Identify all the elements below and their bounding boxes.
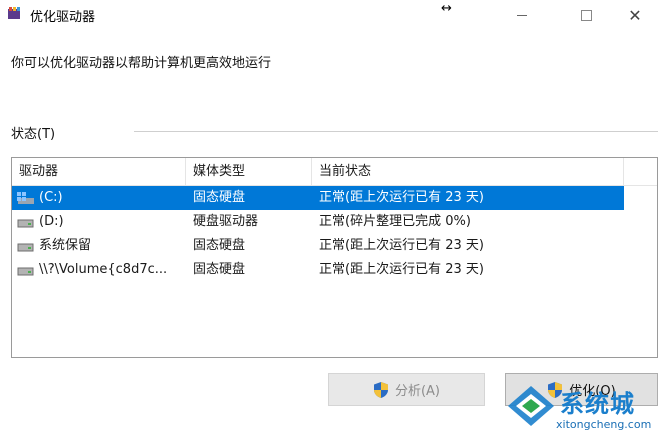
drive-icon	[17, 267, 34, 276]
column-header-status[interactable]: 当前状态	[312, 158, 624, 185]
media-type: 硬盘驱动器	[193, 214, 259, 229]
drive-status: 正常(距上次运行已有 23 天)	[319, 238, 484, 253]
close-button[interactable]: ✕	[612, 0, 658, 30]
drive-name: 系统保留	[39, 238, 92, 253]
drive-icon	[17, 219, 34, 228]
drive-row-system-reserved[interactable]: 系统保留 固态硬盘 正常(距上次运行已有 23 天)	[12, 234, 624, 258]
drive-row-d[interactable]: (D:) 硬盘驱动器 正常(碎片整理已完成 0%)	[12, 210, 624, 234]
close-icon: ✕	[628, 5, 642, 25]
analyze-button[interactable]: 分析(A)	[328, 373, 485, 406]
defrag-app-icon	[8, 7, 20, 19]
watermark-domain: xitongcheng.com	[556, 418, 652, 431]
watermark-text: 系统城	[560, 390, 635, 418]
drive-status: 正常(碎片整理已完成 0%)	[319, 214, 471, 229]
media-type: 固态硬盘	[193, 262, 246, 277]
window-title: 优化驱动器	[30, 10, 96, 25]
column-header-media-type[interactable]: 媒体类型	[186, 158, 312, 185]
media-type: 固态硬盘	[193, 190, 246, 205]
watermark-logo-icon	[508, 386, 554, 426]
maximize-button[interactable]	[563, 0, 609, 30]
analyze-button-label: 分析(A)	[394, 384, 441, 399]
resize-cursor-icon: ↔	[441, 1, 452, 16]
drive-name: (C:)	[39, 190, 63, 205]
maximize-icon	[580, 9, 592, 21]
drive-status: 正常(距上次运行已有 23 天)	[319, 262, 484, 277]
list-header: 驱动器 媒体类型 当前状态	[12, 158, 657, 186]
status-divider	[134, 131, 658, 132]
description-text: 你可以优化驱动器以帮助计算机更高效地运行	[11, 56, 272, 71]
windows-drive-icon	[17, 192, 34, 204]
drive-row-volume[interactable]: \\?\Volume{c8d7c... 固态硬盘 正常(距上次运行已有 23 天…	[12, 258, 624, 282]
title-bar: 优化驱动器 ↔ ✕	[0, 0, 658, 30]
drive-status: 正常(距上次运行已有 23 天)	[319, 190, 484, 205]
drive-name: \\?\Volume{c8d7c...	[39, 262, 168, 277]
column-header-drive[interactable]: 驱动器	[12, 158, 186, 185]
minimize-icon	[517, 14, 527, 16]
minimize-button[interactable]	[499, 0, 545, 30]
drive-name: (D:)	[39, 214, 64, 229]
watermark: 系统城 xitongcheng.com	[500, 380, 658, 436]
status-label: 状态(T)	[11, 127, 56, 142]
drive-list[interactable]: 驱动器 媒体类型 当前状态 (C:) 固态硬盘 正常(距上次运行已有 23 天)…	[11, 157, 658, 358]
media-type: 固态硬盘	[193, 238, 246, 253]
drive-icon	[17, 243, 34, 252]
drive-row-c[interactable]: (C:) 固态硬盘 正常(距上次运行已有 23 天)	[12, 186, 624, 210]
uac-shield-icon	[373, 381, 388, 398]
